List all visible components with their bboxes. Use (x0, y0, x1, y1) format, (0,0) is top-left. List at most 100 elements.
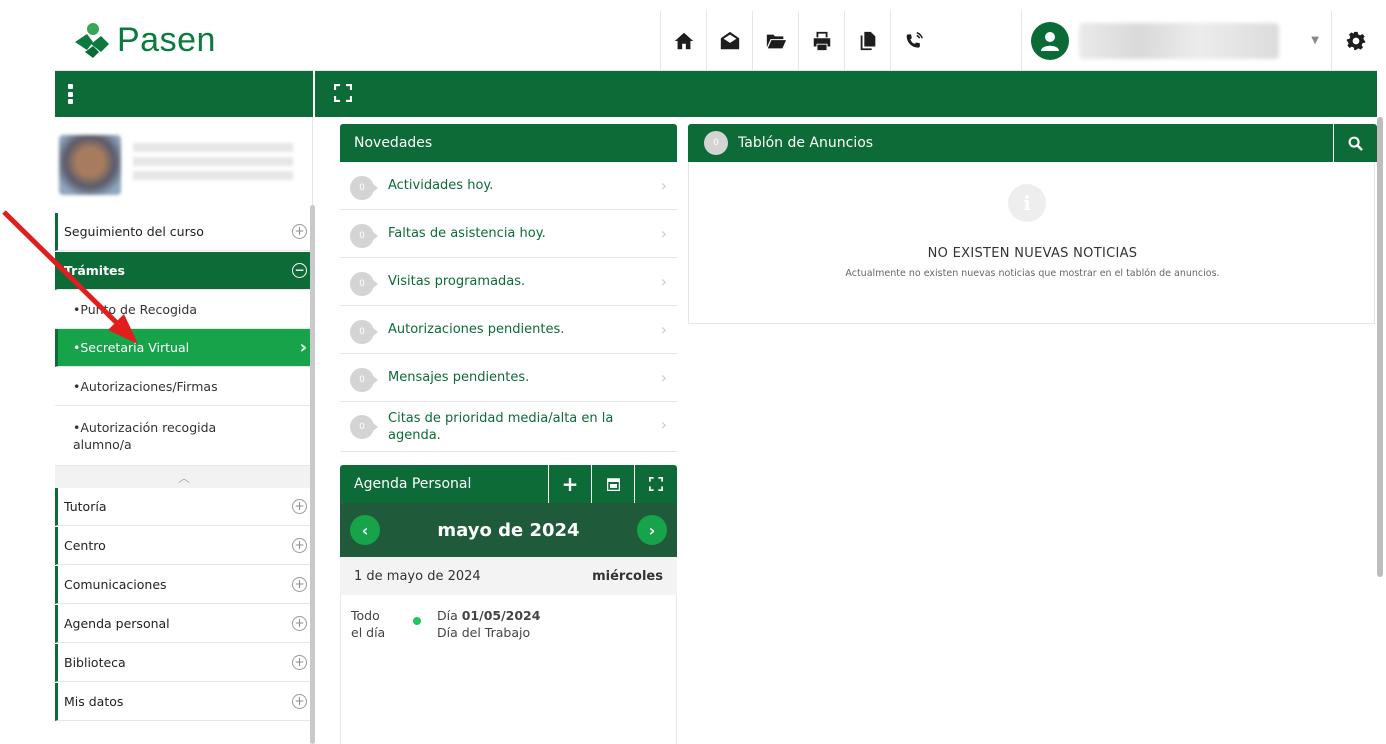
sidebar-item-label: Tutoría (64, 499, 107, 514)
top-header: Pasen ▼ (55, 11, 1377, 71)
documents-folder-button[interactable] (752, 11, 798, 71)
chevron-right-icon: › (660, 368, 667, 387)
agenda-expand-button[interactable] (634, 465, 677, 503)
list-item[interactable]: 0 Mensajes pendientes. › (340, 354, 677, 402)
agenda-header: Agenda Personal + (340, 465, 677, 503)
subitem-autorizacion-recogida[interactable]: •Autorización recogida alumno/a (55, 407, 313, 466)
tablon-header: 0 Tablón de Anuncios (688, 124, 1377, 162)
prev-month-button[interactable]: ‹ (350, 515, 380, 545)
sidebar-item-label: Seguimiento del curso (64, 224, 204, 239)
sidebar-scrollbar[interactable] (310, 205, 315, 744)
profile-card (55, 117, 313, 213)
subitem-label: •Punto de Recogida (73, 302, 197, 317)
event-date-prefix: Día (437, 608, 462, 623)
user-menu[interactable]: ▼ (1021, 11, 1332, 71)
list-item[interactable]: 0 Visitas programadas. › (340, 258, 677, 306)
plus-circle-icon[interactable]: + (292, 577, 307, 592)
sidebar-item-label: Mis datos (64, 694, 124, 709)
event-time-line1: Todo (351, 608, 380, 623)
sidebar-item-comunicaciones[interactable]: Comunicaciones + (55, 566, 313, 604)
sidebar-item-centro[interactable]: Centro + (55, 527, 313, 565)
phone-call-icon (906, 32, 923, 48)
subitem-secretaria-virtual[interactable]: •Secretaría Virtual › (55, 329, 313, 367)
main-toolbar (55, 71, 1377, 117)
user-avatar-icon (1031, 22, 1069, 60)
count-badge: 0 (350, 176, 378, 200)
list-item[interactable]: 0 Autorizaciones pendientes. › (340, 306, 677, 354)
minus-circle-icon[interactable]: − (292, 263, 307, 278)
chevron-right-icon: › (648, 520, 656, 540)
fullscreen-toggle[interactable] (333, 83, 353, 106)
sidebar-item-biblioteca[interactable]: Biblioteca + (55, 644, 313, 682)
agenda-day-row: 1 de mayo de 2024 miércoles (340, 557, 677, 595)
home-button[interactable] (660, 11, 706, 71)
print-icon (813, 31, 830, 51)
plus-circle-icon[interactable]: + (292, 499, 307, 514)
chevron-right-icon: › (660, 272, 667, 291)
sidebar: Seguimiento del curso + Trámites − •Punt… (55, 117, 313, 744)
expand-icon (649, 477, 663, 491)
plus-circle-icon[interactable]: + (292, 655, 307, 670)
agenda-events: Todo el día Día 01/05/2024 Día del Traba… (340, 595, 677, 744)
plus-icon: + (561, 472, 579, 496)
user-name-redacted (1079, 23, 1279, 59)
sidebar-item-label: Comunicaciones (64, 577, 167, 592)
count-badge: 0 (350, 272, 378, 296)
agenda-month-nav: ‹ mayo de 2024 › (340, 503, 677, 557)
print-button[interactable] (798, 11, 844, 71)
novedades-header: Novedades (340, 124, 677, 162)
next-month-button[interactable]: › (637, 515, 667, 545)
subitem-label: •Autorizaciones/Firmas (73, 379, 218, 394)
subitem-autorizaciones-firmas[interactable]: •Autorizaciones/Firmas (55, 368, 313, 406)
documents-icon (860, 31, 875, 51)
event-dot-icon (413, 617, 421, 625)
gear-icon (1346, 31, 1366, 51)
profile-name-redacted (133, 143, 293, 183)
add-event-button[interactable]: + (548, 465, 591, 503)
chevron-right-icon: › (660, 320, 667, 339)
messages-button[interactable] (706, 11, 752, 71)
contact-button[interactable] (890, 11, 936, 71)
list-item[interactable]: 0 Actividades hoy. › (340, 162, 677, 210)
list-item[interactable]: 0 Citas de prioridad media/alta en la ag… (340, 402, 677, 452)
chevron-right-icon: › (299, 337, 307, 358)
sidebar-item-tutoria[interactable]: Tutoría + (55, 488, 313, 526)
copies-button[interactable] (844, 11, 890, 71)
list-item-label: Faltas de asistencia hoy. (388, 226, 546, 241)
settings-button[interactable] (1335, 11, 1377, 71)
sidebar-item-label: Biblioteca (64, 655, 126, 670)
kebab-menu-icon[interactable] (67, 84, 73, 104)
list-item-label: Citas de prioridad media/alta en la agen… (388, 410, 614, 443)
plus-circle-icon[interactable]: + (292, 538, 307, 553)
agenda-day-label: 1 de mayo de 2024 (354, 568, 481, 584)
list-item-label: Visitas programadas. (388, 274, 526, 289)
page-scrollbar[interactable] (1377, 117, 1383, 577)
sidebar-item-mis-datos[interactable]: Mis datos + (55, 683, 313, 721)
sidebar-item-tramites[interactable]: Trámites − (55, 252, 313, 290)
sidebar-item-agenda-personal[interactable]: Agenda personal + (55, 605, 313, 643)
plus-circle-icon[interactable]: + (292, 224, 307, 239)
chevron-down-icon: ▼ (1311, 35, 1319, 46)
agenda-title: Agenda Personal (354, 476, 472, 492)
sidebar-item-label: Trámites (64, 263, 125, 278)
event-item[interactable]: Día 01/05/2024 Día del Trabajo (437, 607, 540, 641)
info-icon: i (1008, 184, 1046, 222)
list-item[interactable]: 0 Faltas de asistencia hoy. › (340, 210, 677, 258)
app-name: Pasen (117, 21, 216, 59)
count-badge: 0 (350, 415, 378, 439)
plus-circle-icon[interactable]: + (292, 694, 307, 709)
subitem-label: •Secretaría Virtual (73, 340, 190, 355)
pasen-logo[interactable]: Pasen (71, 21, 216, 60)
collapse-submenu-button[interactable]: ︿ (55, 466, 313, 488)
list-item-label: Autorizaciones pendientes. (388, 322, 565, 337)
novedades-list: 0 Actividades hoy. › 0 Faltas de asisten… (340, 162, 677, 452)
sidebar-item-seguimiento[interactable]: Seguimiento del curso + (55, 213, 313, 251)
calendar-button[interactable] (591, 465, 634, 503)
empty-state-title: NO EXISTEN NUEVAS NOTICIAS (927, 246, 1138, 261)
home-icon (674, 32, 693, 50)
chevron-right-icon: › (660, 176, 667, 195)
tablon-search-button[interactable] (1333, 124, 1377, 162)
plus-circle-icon[interactable]: + (292, 616, 307, 631)
event-time: Todo el día (351, 607, 406, 641)
subitem-punto-recogida[interactable]: •Punto de Recogida (55, 291, 313, 329)
